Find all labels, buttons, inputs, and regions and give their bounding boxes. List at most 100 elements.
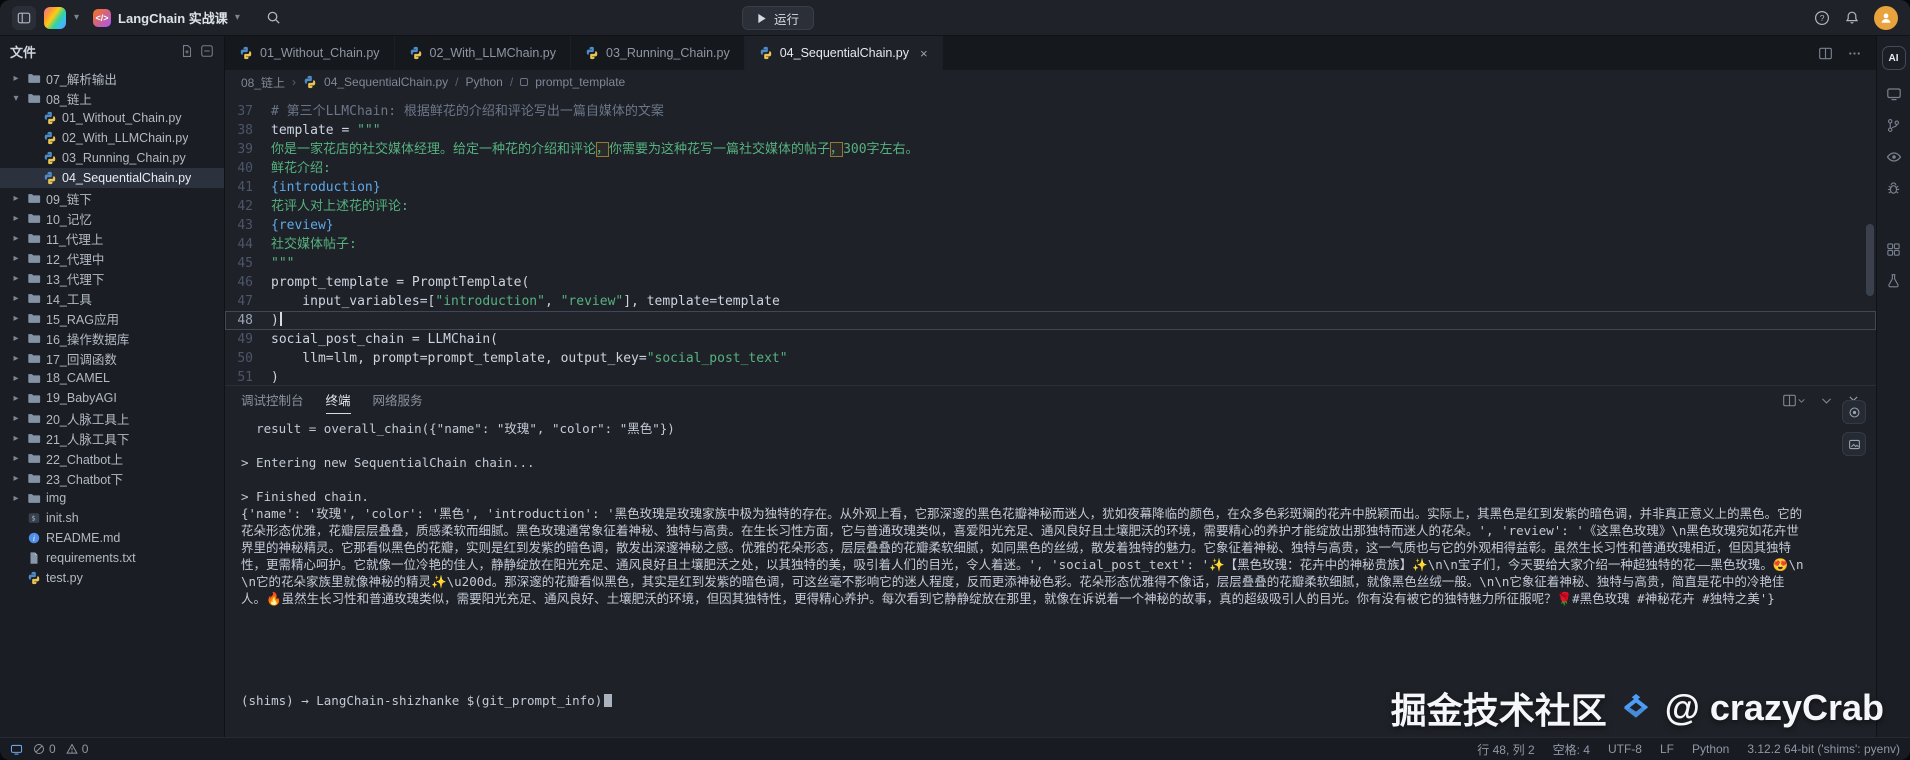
code-line-43[interactable]: 43{review} <box>225 216 1876 235</box>
terminal-line <box>241 658 1806 675</box>
terminal-float-record-button[interactable] <box>1842 400 1866 424</box>
project-selector[interactable]: </> LangChain 实战课 ▾ <box>93 8 240 27</box>
terminal[interactable]: result = overall_chain({"name": "玫瑰", "c… <box>225 414 1876 737</box>
sidebar-folder-19_BabyAGI[interactable]: ▸19_BabyAGI <box>0 388 224 408</box>
watch-button[interactable] <box>1886 149 1902 165</box>
sidebar-folder-13_代理下[interactable]: ▸13_代理下 <box>0 268 224 288</box>
new-file-button[interactable] <box>180 44 194 58</box>
tab-02_With_LLMChain.py[interactable]: 02_With_LLMChain.py <box>395 36 571 70</box>
code-line-47[interactable]: 47 input_variables=["introduction", "rev… <box>225 292 1876 311</box>
breadcrumb-item[interactable]: 04_SequentialChain.py <box>324 75 448 89</box>
sidebar-file-01_Without_Chain.py[interactable]: 01_Without_Chain.py <box>0 108 224 128</box>
debug-button[interactable] <box>1886 181 1901 196</box>
code-editor[interactable]: 37# 第三个LLMChain: 根据鲜花的介绍和评论写出一篇自媒体的文案38t… <box>225 94 1876 385</box>
sidebar-folder-09_链下[interactable]: ▸09_链下 <box>0 188 224 208</box>
code-line-45[interactable]: 45""" <box>225 254 1876 273</box>
terminal-line <box>241 641 1806 658</box>
preview-panel-button[interactable] <box>1886 86 1902 102</box>
status-item[interactable]: Python <box>1692 742 1729 756</box>
sidebar-file-03_Running_Chain.py[interactable]: 03_Running_Chain.py <box>0 148 224 168</box>
tree-item-label: README.md <box>46 531 120 545</box>
sidebar-file-04_SequentialChain.py[interactable]: 04_SequentialChain.py <box>0 168 224 188</box>
panel-collapse-button[interactable] <box>1820 394 1833 407</box>
remote-indicator[interactable] <box>10 743 23 756</box>
tab-03_Running_Chain.py[interactable]: 03_Running_Chain.py <box>571 36 745 70</box>
run-button[interactable]: 运行 <box>742 6 814 30</box>
sidebar-folder-11_代理上[interactable]: ▸11_代理上 <box>0 228 224 248</box>
chevron-down-icon[interactable]: ▾ <box>74 13 79 23</box>
breadcrumb-item[interactable]: Python <box>465 75 502 89</box>
errors-indicator[interactable]: 0 <box>33 742 56 756</box>
code-line-41[interactable]: 41{introduction} <box>225 178 1876 197</box>
extensions-button[interactable] <box>1886 242 1901 257</box>
status-item[interactable]: 3.12.2 64-bit ('shims': pyenv) <box>1747 742 1900 756</box>
terminal-line <box>241 624 1806 641</box>
sidebar-file-README.md[interactable]: iREADME.md <box>0 528 224 548</box>
code-line-42[interactable]: 42花评人对上述花的评论: <box>225 197 1876 216</box>
sidebar-toggle-button[interactable] <box>12 6 36 30</box>
tests-button[interactable] <box>1886 273 1901 288</box>
sidebar-folder-08_链上[interactable]: ▾08_链上 <box>0 88 224 108</box>
status-item[interactable]: 空格: 4 <box>1553 741 1590 758</box>
breadcrumb[interactable]: 08_链上›04_SequentialChain.py/Python/promp… <box>225 70 1876 94</box>
code-line-49[interactable]: 49social_post_chain = LLMChain( <box>225 330 1876 349</box>
ai-panel-button[interactable]: AI <box>1882 46 1906 70</box>
status-item[interactable]: LF <box>1660 742 1674 756</box>
tree-item-label: 21_人脉工具下 <box>46 429 129 448</box>
sidebar-folder-21_人脉工具下[interactable]: ▸21_人脉工具下 <box>0 428 224 448</box>
sidebar-folder-16_操作数据库[interactable]: ▸16_操作数据库 <box>0 328 224 348</box>
code-line-50[interactable]: 50 llm=llm, prompt=prompt_template, outp… <box>225 349 1876 368</box>
tab-01_Without_Chain.py[interactable]: 01_Without_Chain.py <box>225 36 395 70</box>
search-button[interactable] <box>266 10 281 25</box>
sidebar-folder-14_工具[interactable]: ▸14_工具 <box>0 288 224 308</box>
app-logo[interactable] <box>44 7 66 29</box>
sidebar-folder-15_RAG应用[interactable]: ▸15_RAG应用 <box>0 308 224 328</box>
code-line-48[interactable]: 48) <box>225 311 1876 330</box>
code-text: # 第三个LLMChain: 根据鲜花的介绍和评论写出一篇自媒体的文案 <box>271 102 664 121</box>
split-editor-button[interactable] <box>1818 46 1833 61</box>
sidebar-folder-17_回调函数[interactable]: ▸17_回调函数 <box>0 348 224 368</box>
code-line-38[interactable]: 38template = """ <box>225 121 1876 140</box>
editor-scrollbar[interactable] <box>1866 224 1874 296</box>
sidebar-folder-img[interactable]: ▸img <box>0 488 224 508</box>
code-line-40[interactable]: 40鲜花介绍: <box>225 159 1876 178</box>
sidebar-file-init.sh[interactable]: $init.sh <box>0 508 224 528</box>
breadcrumb-item[interactable]: 08_链上 <box>241 74 285 91</box>
sidebar-folder-20_人脉工具上[interactable]: ▸20_人脉工具上 <box>0 408 224 428</box>
project-icon: </> <box>93 9 111 27</box>
code-line-44[interactable]: 44社交媒体帖子: <box>225 235 1876 254</box>
sidebar-folder-22_Chatbot上[interactable]: ▸22_Chatbot上 <box>0 448 224 468</box>
more-actions-button[interactable] <box>1847 46 1862 61</box>
code-line-51[interactable]: 51) <box>225 368 1876 385</box>
sidebar-folder-12_代理中[interactable]: ▸12_代理中 <box>0 248 224 268</box>
split-terminal-button[interactable] <box>1782 393 1806 408</box>
code-line-46[interactable]: 46prompt_template = PromptTemplate( <box>225 273 1876 292</box>
sidebar-folder-07_解析输出[interactable]: ▸07_解析输出 <box>0 68 224 88</box>
sidebar-folder-10_记忆[interactable]: ▸10_记忆 <box>0 208 224 228</box>
code-line-37[interactable]: 37# 第三个LLMChain: 根据鲜花的介绍和评论写出一篇自媒体的文案 <box>225 102 1876 121</box>
sidebar-folder-18_CAMEL[interactable]: ▸18_CAMEL <box>0 368 224 388</box>
status-item[interactable]: UTF-8 <box>1608 742 1642 756</box>
source-control-button[interactable] <box>1886 118 1901 133</box>
more-icon <box>1847 46 1862 61</box>
sidebar-folder-23_Chatbot下[interactable]: ▸23_Chatbot下 <box>0 468 224 488</box>
status-item[interactable]: 行 48, 列 2 <box>1477 741 1534 758</box>
collapse-folders-button[interactable] <box>200 44 214 58</box>
tree-item-label: img <box>46 491 66 505</box>
help-button[interactable]: ? <box>1814 10 1830 26</box>
warnings-indicator[interactable]: 0 <box>66 742 89 756</box>
panel-tab-网络服务[interactable]: 网络服务 <box>373 386 423 414</box>
sidebar-file-requirements.txt[interactable]: requirements.txt <box>0 548 224 568</box>
panel-tab-调试控制台[interactable]: 调试控制台 <box>241 386 304 414</box>
sidebar-file-test.py[interactable]: test.py <box>0 568 224 588</box>
avatar[interactable] <box>1874 6 1898 30</box>
terminal-float-screenshot-button[interactable] <box>1842 432 1866 456</box>
folder-icon <box>27 191 41 205</box>
sidebar-file-02_With_LLMChain.py[interactable]: 02_With_LLMChain.py <box>0 128 224 148</box>
tab-04_SequentialChain.py[interactable]: 04_SequentialChain.py× <box>745 36 943 70</box>
code-line-39[interactable]: 39你是一家花店的社交媒体经理。给定一种花的介绍和评论，你需要为这种花写一篇社交… <box>225 140 1876 159</box>
panel-tab-终端[interactable]: 终端 <box>326 386 351 414</box>
notifications-button[interactable] <box>1844 10 1860 26</box>
breadcrumb-item[interactable]: prompt_template <box>535 75 625 89</box>
tab-close-icon[interactable]: × <box>920 46 928 61</box>
